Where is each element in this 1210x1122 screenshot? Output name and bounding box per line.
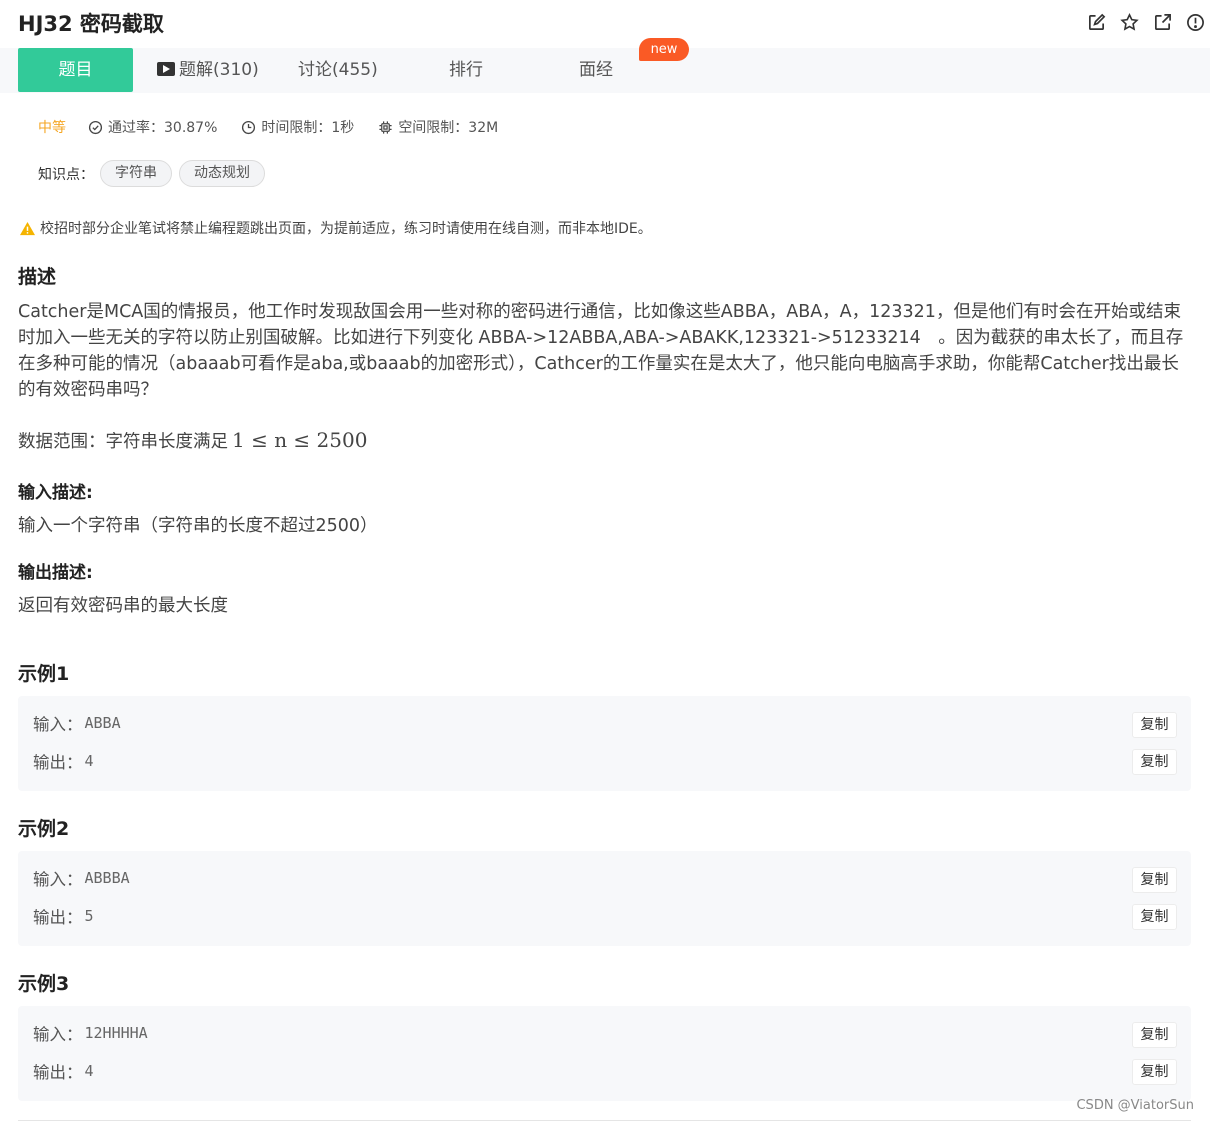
- output-value: 4: [84, 1062, 94, 1080]
- tab-solutions-label: 题解(310): [179, 60, 259, 80]
- copy-button[interactable]: 复制: [1132, 904, 1177, 930]
- bottom-divider: [18, 1120, 1191, 1121]
- input-value: ABBA: [84, 714, 121, 732]
- warning-icon: [20, 221, 35, 235]
- input-value: 12HHHHA: [84, 1024, 148, 1042]
- description-heading: 描述: [18, 266, 57, 288]
- knowledge-points: 知识点： 字符串 动态规划: [38, 160, 272, 187]
- clock-icon: [242, 120, 256, 134]
- copy-button[interactable]: 复制: [1132, 712, 1177, 738]
- example-title: 示例3: [18, 973, 70, 995]
- description-text: Catcher是MCA国的情报员，他工作时发现敌国会用一些对称的密码进行通信，比…: [18, 302, 1184, 400]
- tab-ranking[interactable]: 排行: [449, 48, 483, 92]
- example-input-row: 输入： ABBBA: [33, 865, 130, 891]
- copy-button[interactable]: 复制: [1132, 1059, 1177, 1085]
- knowledge-label: 知识点：: [38, 166, 94, 183]
- problem-meta: 中等 通过率：30.87% 时间限制：1秒 空间限制：32M: [38, 117, 522, 137]
- data-range: 数据范围：字符串长度满足 1 ≤ n ≤ 2500: [18, 428, 367, 453]
- tag-chip[interactable]: 字符串: [100, 160, 172, 187]
- csdn-watermark: CSDN @ViatorSun: [1076, 1098, 1194, 1113]
- input-label: 输入：: [33, 870, 83, 889]
- tab-discuss[interactable]: 讨论(455): [298, 48, 378, 92]
- example-box: 输入： 12HHHHA 复制 输出： 4 复制: [18, 1006, 1191, 1101]
- notice-text: 校招时部分企业笔试将禁止编程题跳出页面，为提前适应，练习时请使用在线自测，而非本…: [40, 221, 652, 237]
- copy-button[interactable]: 复制: [1132, 867, 1177, 893]
- example-box: 输入： ABBA 复制 输出： 4 复制: [18, 696, 1191, 791]
- pass-rate: 通过率：30.87%: [88, 117, 217, 137]
- tag-chip[interactable]: 动态规划: [179, 160, 265, 187]
- output-value: 5: [84, 907, 94, 925]
- example-output-row: 输出： 5: [33, 903, 94, 929]
- video-icon: [157, 62, 175, 76]
- time-limit: 时间限制：1秒: [241, 117, 354, 137]
- output-label: 输出：: [33, 908, 83, 927]
- range-label: 数据范围：字符串长度满足: [18, 432, 228, 452]
- output-label: 输出：: [33, 753, 83, 772]
- new-badge: new: [639, 38, 689, 61]
- problem-title: HJ32 密码截取: [18, 12, 164, 36]
- pass-rate-text: 通过率：30.87%: [108, 120, 218, 136]
- tab-solutions[interactable]: 题解(310): [157, 48, 259, 92]
- time-limit-text: 时间限制：1秒: [261, 120, 355, 136]
- star-icon[interactable]: [1118, 11, 1140, 33]
- example-input-row: 输入： ABBA: [33, 710, 121, 736]
- input-label: 输入：: [33, 715, 83, 734]
- range-formula: 1 ≤ n ≤ 2500: [232, 428, 368, 452]
- output-label: 输出：: [33, 1063, 83, 1082]
- copy-button[interactable]: 复制: [1132, 749, 1177, 775]
- input-label: 输入：: [33, 1025, 83, 1044]
- edit-icon[interactable]: [1085, 11, 1107, 33]
- output-desc-heading: 输出描述:: [18, 563, 93, 583]
- exam-notice: 校招时部分企业笔试将禁止编程题跳出页面，为提前适应，练习时请使用在线自测，而非本…: [19, 218, 652, 238]
- chip-icon: [379, 120, 392, 134]
- copy-button[interactable]: 复制: [1132, 1022, 1177, 1048]
- share-icon[interactable]: [1151, 11, 1173, 33]
- space-limit-text: 空间限制：32M: [398, 120, 499, 136]
- input-value: ABBBA: [84, 869, 130, 887]
- info-icon[interactable]: [1184, 11, 1206, 33]
- tab-problem[interactable]: 题目: [18, 48, 133, 92]
- output-desc-text: 返回有效密码串的最大长度: [18, 596, 228, 616]
- problem-tabs: 题目 题解(310) 讨论(455) 排行 面经: [0, 48, 1210, 93]
- example-output-row: 输出： 4: [33, 1058, 94, 1084]
- example-title: 示例2: [18, 818, 70, 840]
- space-limit: 空间限制：32M: [378, 117, 498, 137]
- difficulty-label: 中等: [38, 120, 66, 136]
- input-desc-heading: 输入描述:: [18, 483, 93, 503]
- header-actions: [1074, 11, 1206, 33]
- output-value: 4: [84, 752, 94, 770]
- page-header: HJ32 密码截取: [0, 0, 1210, 46]
- example-input-row: 输入： 12HHHHA: [33, 1020, 148, 1046]
- example-box: 输入： ABBBA 复制 输出： 5 复制: [18, 851, 1191, 946]
- example-title: 示例1: [18, 663, 70, 685]
- tab-interview[interactable]: 面经: [579, 48, 613, 92]
- input-desc-text: 输入一个字符串（字符串的长度不超过2500）: [18, 516, 378, 536]
- example-output-row: 输出： 4: [33, 748, 94, 774]
- check-circle-icon: [88, 120, 103, 134]
